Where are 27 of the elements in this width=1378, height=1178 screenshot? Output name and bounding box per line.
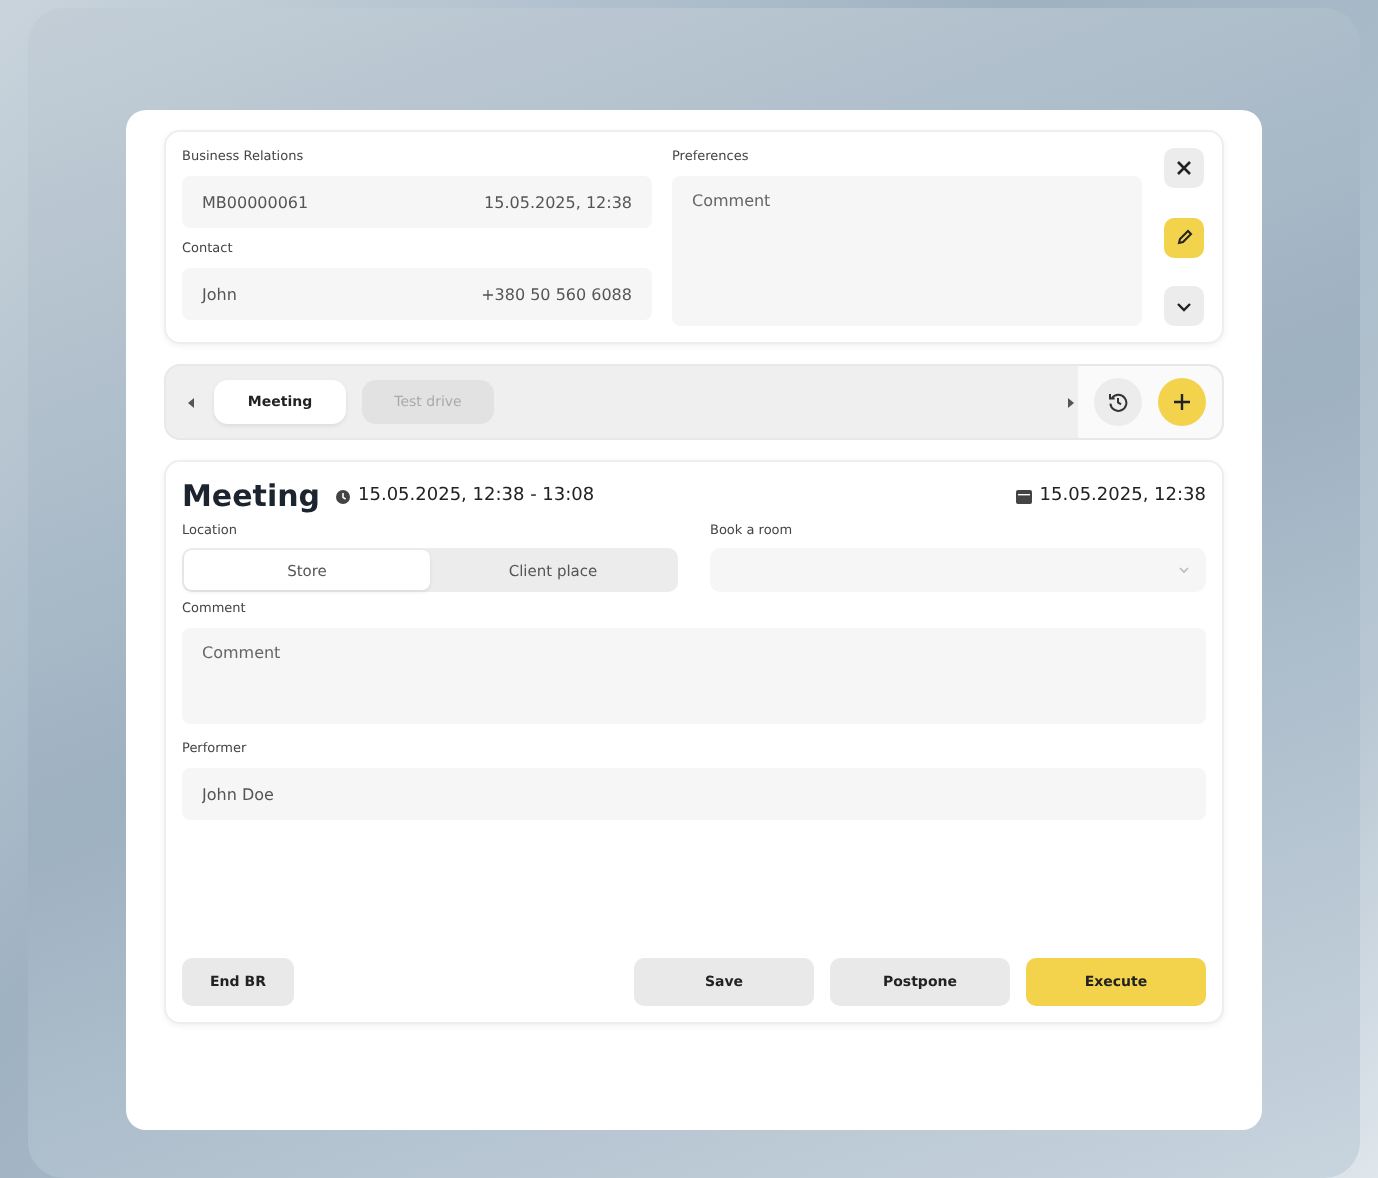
triangle-right-icon (1067, 397, 1073, 407)
contact-name: John (202, 285, 237, 303)
text-area[interactable]: Comment (182, 628, 1206, 724)
input-field[interactable]: MB00000061 15.05.2025, 12:38 (182, 176, 652, 228)
calendar-icon (1015, 488, 1032, 504)
activity-title: Meeting (182, 478, 321, 514)
close-icon (1176, 160, 1192, 176)
plus-icon (1174, 394, 1190, 410)
history-button[interactable] (1094, 378, 1142, 426)
relation-date: 15.05.2025, 12:38 (484, 193, 632, 211)
edit-button[interactable] (1164, 217, 1204, 257)
contact-phone: +380 50 560 6088 (481, 285, 632, 303)
chevron-down-icon (1178, 566, 1190, 574)
activity-time: 15.05.2025, 12:38 - 13:08 (358, 486, 595, 506)
close-button[interactable] (1164, 148, 1204, 188)
scroll-right-button[interactable] (1062, 397, 1078, 407)
text-area[interactable]: Comment (672, 176, 1142, 326)
expand-button[interactable] (1164, 286, 1204, 326)
triangle-left-icon (187, 397, 193, 407)
chevron-down-icon (1176, 301, 1192, 311)
add-button[interactable] (1158, 378, 1206, 426)
clock-icon (336, 489, 351, 503)
history-icon (1108, 392, 1128, 412)
activity-date: 15.05.2025, 12:38 (1039, 486, 1206, 506)
pencil-icon (1175, 228, 1193, 246)
relation-number: MB00000061 (202, 193, 309, 211)
input-field[interactable]: John +380 50 560 6088 (182, 268, 652, 320)
